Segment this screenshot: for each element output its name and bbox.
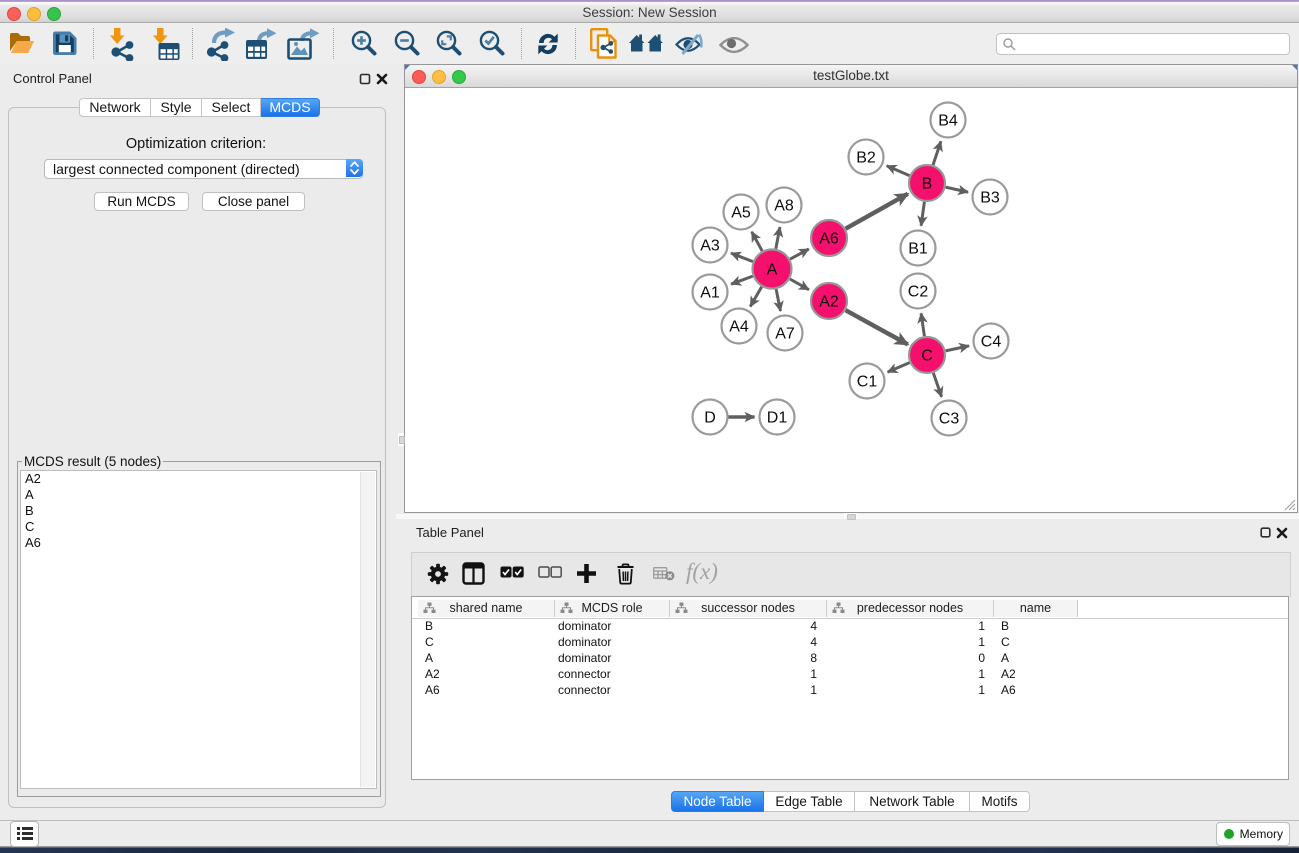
svg-text:A6: A6 (819, 231, 839, 248)
svg-text:C: C (921, 348, 933, 365)
svg-text:A4: A4 (729, 319, 749, 336)
svg-text:A3: A3 (700, 238, 720, 255)
svg-text:C4: C4 (981, 334, 1002, 351)
svg-text:C1: C1 (857, 374, 878, 391)
svg-text:A7: A7 (775, 326, 795, 343)
svg-text:B1: B1 (908, 241, 928, 258)
svg-text:D1: D1 (767, 410, 788, 427)
svg-text:C3: C3 (939, 411, 960, 428)
svg-text:B2: B2 (856, 150, 876, 167)
svg-text:B: B (922, 176, 933, 193)
svg-text:A5: A5 (731, 205, 751, 222)
svg-text:B4: B4 (938, 113, 958, 130)
svg-text:A2: A2 (819, 294, 839, 311)
svg-text:A: A (767, 262, 778, 279)
svg-text:B3: B3 (980, 190, 1000, 207)
svg-text:C2: C2 (908, 284, 929, 301)
svg-text:A1: A1 (700, 285, 720, 302)
svg-text:D: D (704, 410, 716, 427)
svg-text:A8: A8 (774, 198, 794, 215)
